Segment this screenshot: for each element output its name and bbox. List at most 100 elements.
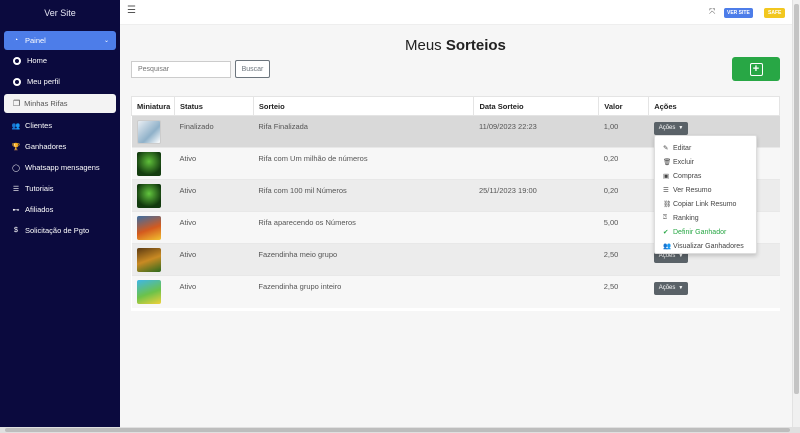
menu-item-ver-resumo[interactable]: ☰ Ver Resumo [655, 183, 756, 197]
table-row: Ativo Fazendinha grupo inteiro 2,50 Açõe… [131, 275, 780, 308]
caret-down-icon: ▼ [678, 125, 684, 131]
menu-item-label: Compras [673, 172, 702, 180]
brand-link[interactable]: Ver Site [0, 0, 120, 27]
row-name: Rifa Finalizada [253, 115, 474, 148]
sidebar-item-label: Solicitação de Pgto [25, 226, 90, 235]
raffle-thumbnail [136, 152, 161, 176]
menu-item-copiar-link[interactable]: ⛓ Copiar Link Resumo [655, 197, 756, 211]
row-status: Ativo [174, 147, 254, 180]
sidebar-item-tutoriais[interactable]: ☰ Tutoriais [0, 178, 120, 199]
column-header-valor: Valor [598, 96, 650, 116]
menu-item-label: Visualizar Ganhadores [673, 242, 744, 250]
dollar-icon: $ [14, 227, 18, 234]
row-date: 25/11/2023 19:00 [473, 179, 599, 212]
sidebar-item-home[interactable]: Home [0, 50, 120, 71]
expand-icon[interactable]: ⤧ [709, 7, 715, 17]
row-value: 2,50 [598, 275, 649, 308]
dumbbell-icon: ⊷ [12, 206, 20, 214]
row-date [473, 211, 599, 244]
sidebar-item-solicitacao-pgto[interactable]: $ Solicitação de Pgto [0, 220, 120, 241]
ver-site-badge[interactable]: VER SITE [724, 8, 753, 18]
row-value: 5,00 [598, 211, 649, 244]
actions-dropdown-button[interactable]: Ações ▼ [653, 121, 689, 135]
actions-label: Ações [658, 125, 676, 131]
users-icon: 👥 [11, 122, 21, 130]
row-value: 2,50 [598, 243, 649, 276]
menu-item-label: Copiar Link Resumo [673, 200, 737, 208]
menu-item-label: Ranking [673, 214, 699, 222]
search-input[interactable] [131, 61, 231, 78]
row-status: Ativo [174, 243, 254, 276]
check-icon: ✔ [663, 229, 669, 236]
row-date: 11/09/2023 22:23 [473, 115, 599, 148]
trash-icon: 🗑 [663, 159, 672, 166]
horizontal-scrollbar[interactable] [0, 427, 800, 433]
sidebar-item-label: Clientes [25, 121, 53, 130]
column-header-acoes: Ações [648, 96, 780, 116]
sidebar-item-afiliados[interactable]: ⊷ Afiliados [0, 199, 120, 220]
sidebar-item-meu-perfil[interactable]: Meu perfil [0, 71, 120, 92]
sidebar-item-label: Whatsapp mensagens [25, 163, 100, 172]
safe-badge: SAFE [764, 8, 786, 18]
sidebar-item-label: Minhas Rifas [24, 99, 68, 108]
medal-icon: ⍰ [663, 214, 667, 221]
actions-dropdown-button[interactable]: Ações ▼ [653, 281, 689, 295]
sidebar-item-clientes[interactable]: 👥 Clientes [0, 115, 120, 136]
raffle-thumbnail [136, 184, 161, 208]
menu-item-definir-ganhador[interactable]: ✔ Definir Ganhador [655, 225, 756, 239]
row-name: Fazendinha meio grupo [253, 243, 474, 276]
vertical-scrollbar[interactable] [792, 0, 800, 427]
sidebar-item-label: Ganhadores [25, 142, 67, 151]
row-date [473, 275, 599, 308]
menu-item-excluir[interactable]: 🗑 Excluir [655, 155, 756, 169]
page-title-bold: Sorteios [445, 37, 506, 54]
column-header-status: Status [173, 96, 254, 116]
hamburger-icon[interactable]: ☰ [127, 5, 136, 16]
sidebar-item-painel[interactable]: ◔ Painel ⌄ [4, 31, 116, 50]
row-status: Ativo [174, 211, 254, 244]
menu-item-editar[interactable]: ✎ Editar [655, 141, 756, 155]
menu-item-compras[interactable]: ▣ Compras [655, 169, 756, 183]
search-button[interactable]: Buscar [235, 60, 270, 78]
column-header-sorteio: Sorteio [252, 96, 475, 116]
row-date [473, 147, 599, 180]
row-status: Ativo [174, 275, 254, 308]
column-header-miniatura: Miniatura [131, 96, 175, 116]
column-header-data: Data Sorteio [473, 96, 600, 116]
pencil-icon: ✎ [663, 145, 669, 152]
chevron-down-icon: ⌄ [103, 38, 109, 44]
caret-down-icon: ▼ [678, 285, 684, 291]
list-icon: ☰ [663, 187, 669, 194]
row-name: Rifa com Um milhão de números [253, 147, 474, 180]
raffle-thumbnail [136, 120, 161, 144]
trophy-icon: 🏆 [11, 143, 21, 151]
row-status: Ativo [174, 179, 254, 212]
row-value: 0,20 [598, 179, 649, 212]
row-date [473, 243, 599, 276]
link-icon: ⛓ [663, 201, 672, 208]
scrollbar-thumb[interactable] [5, 428, 790, 432]
row-value: 0,20 [598, 147, 649, 180]
row-name: Rifa aparecendo os Números [253, 211, 474, 244]
sidebar-item-whatsapp[interactable]: ◯ Whatsapp mensagens [0, 157, 120, 178]
row-name: Rifa com 100 mil Números [253, 179, 474, 212]
topbar: ☰ ⤧ VER SITE SAFE [120, 0, 800, 25]
sidebar-item-ganhadores[interactable]: 🏆 Ganhadores [0, 136, 120, 157]
copy-icon: ❐ [13, 99, 21, 108]
dashboard-icon: ◔ [13, 37, 19, 44]
actions-dropdown-menu: ✎ Editar 🗑 Excluir ▣ Compras ☰ Ver Resumo ⛓ C… [654, 135, 757, 254]
actions-label: Ações [658, 285, 676, 291]
row-status: Finalizado [174, 115, 254, 148]
menu-item-ranking[interactable]: ⍰ Ranking [655, 211, 756, 225]
scrollbar-thumb[interactable] [794, 4, 799, 394]
menu-item-label: Excluir [673, 158, 695, 166]
sidebar-item-minhas-rifas[interactable]: ❐ Minhas Rifas [4, 94, 116, 113]
row-name: Fazendinha grupo inteiro [253, 275, 474, 308]
menu-item-visualizar-ganhadores[interactable]: 👥 Visualizar Ganhadores [655, 239, 756, 253]
sidebar-item-label: Home [27, 56, 48, 65]
page-title: Meus Sorteios [405, 37, 506, 54]
plus-square-icon: + [749, 62, 763, 76]
add-raffle-button[interactable]: + [732, 57, 780, 81]
whatsapp-icon: ◯ [12, 164, 20, 172]
menu-item-label: Ver Resumo [673, 186, 712, 194]
